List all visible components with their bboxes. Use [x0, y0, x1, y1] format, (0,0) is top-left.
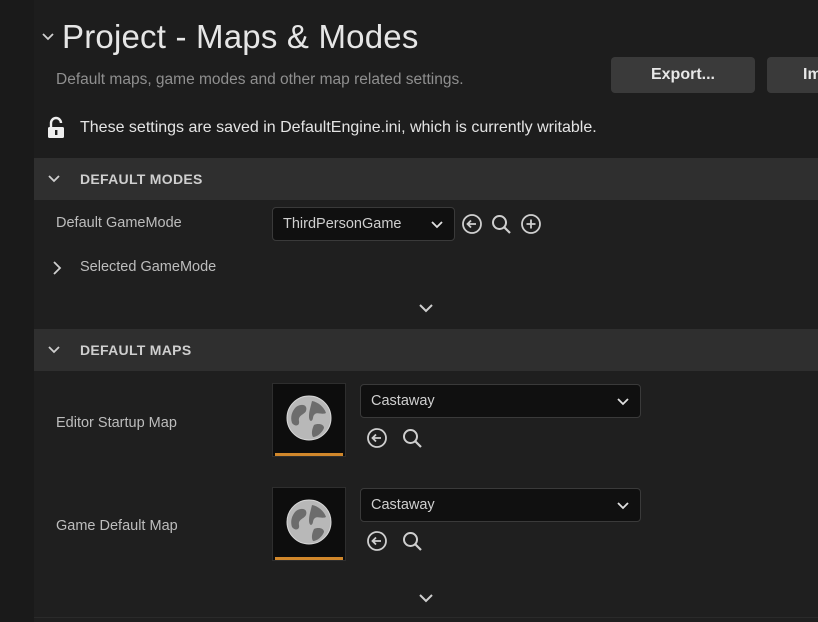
combo-value: Castaway [371, 393, 435, 409]
editor-startup-map-label: Editor Startup Map [56, 415, 177, 431]
chevron-down-icon[interactable] [40, 29, 56, 45]
lock-icon[interactable] [45, 116, 67, 140]
chevron-down-icon[interactable] [34, 175, 70, 183]
chevron-down-icon [430, 217, 444, 231]
combo-value: Castaway [371, 497, 435, 513]
settings-panel: Project - Maps & Modes Default maps, gam… [0, 0, 818, 622]
left-gutter [0, 0, 34, 622]
chevron-down-icon [616, 498, 630, 512]
config-notice: These settings are saved in DefaultEngin… [45, 116, 597, 140]
browse-back-icon[interactable] [365, 529, 389, 553]
chevron-down-icon[interactable] [419, 300, 433, 318]
advanced-expander[interactable] [34, 582, 818, 616]
chevron-down-icon [616, 394, 630, 408]
export-button[interactable]: Export... [611, 57, 755, 93]
chevron-down-icon[interactable] [34, 346, 70, 354]
globe-icon [284, 497, 334, 552]
globe-icon [284, 393, 334, 448]
editor-startup-map-combo[interactable]: Castaway [360, 384, 641, 418]
game-default-map-combo[interactable]: Castaway [360, 488, 641, 522]
section-header-default-modes[interactable]: DEFAULT MODES [34, 158, 818, 200]
selected-gamemode-label[interactable]: Selected GameMode [80, 259, 216, 275]
section-divider [34, 617, 818, 618]
map-thumbnail[interactable] [272, 383, 346, 457]
browse-back-icon[interactable] [460, 212, 484, 236]
advanced-expander[interactable] [34, 292, 818, 326]
combo-value: ThirdPersonGame [283, 216, 402, 232]
browse-back-icon[interactable] [365, 426, 389, 450]
import-button[interactable]: Im [767, 57, 818, 93]
default-gamemode-combo[interactable]: ThirdPersonGame [272, 207, 455, 241]
chevron-right-icon[interactable] [45, 256, 69, 280]
chevron-down-icon[interactable] [419, 590, 433, 608]
section-title: DEFAULT MAPS [80, 342, 192, 358]
lock-notice-text: These settings are saved in DefaultEngin… [80, 119, 597, 136]
page-subtitle: Default maps, game modes and other map r… [56, 71, 464, 88]
search-icon[interactable] [400, 529, 424, 553]
search-icon[interactable] [489, 212, 513, 236]
search-icon[interactable] [400, 426, 424, 450]
asset-type-bar [275, 453, 343, 456]
section-header-default-maps[interactable]: DEFAULT MAPS [34, 329, 818, 371]
asset-type-bar [275, 557, 343, 560]
default-gamemode-label: Default GameMode [56, 215, 182, 231]
page-title: Project - Maps & Modes [62, 18, 419, 55]
add-icon[interactable] [519, 212, 543, 236]
map-thumbnail[interactable] [272, 487, 346, 561]
game-default-map-label: Game Default Map [56, 518, 178, 534]
title-row: Project - Maps & Modes [40, 18, 419, 56]
section-title: DEFAULT MODES [80, 171, 203, 187]
